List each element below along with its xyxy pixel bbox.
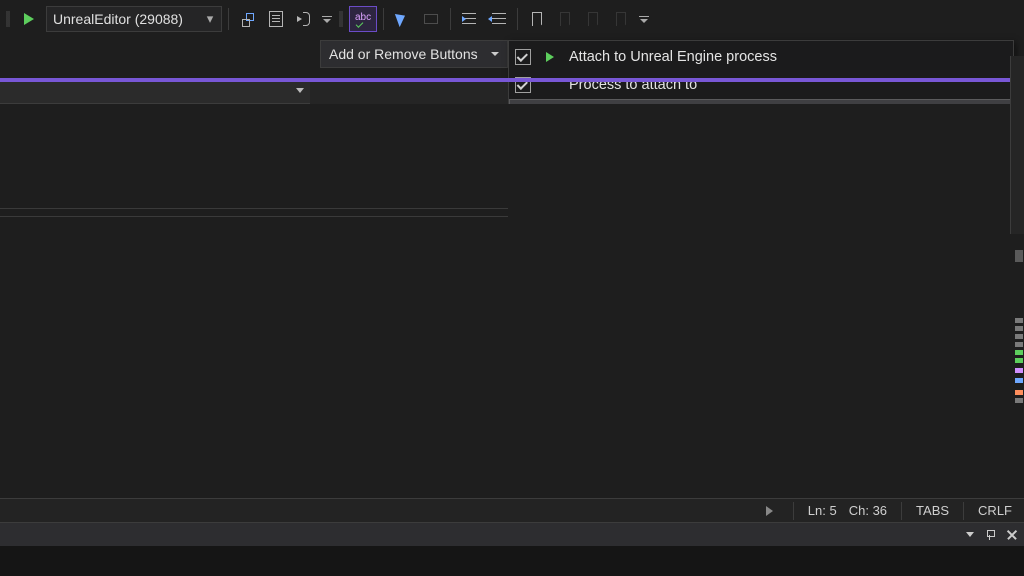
- window-options-icon[interactable]: [966, 532, 974, 537]
- drag-handle-icon: [337, 7, 345, 31]
- breadcrumb-combo[interactable]: [0, 82, 310, 104]
- abc-spellcheck-button[interactable]: abc: [349, 6, 377, 32]
- log-icon: [269, 11, 283, 27]
- separator: [228, 8, 229, 30]
- add-remove-label: Add or Remove Buttons: [329, 46, 478, 62]
- main-toolbar: UnrealEditor (29088) ▾ abc: [0, 4, 1024, 34]
- bookmark-clear-icon: [616, 12, 626, 26]
- menu-item-label: Attach to Unreal Engine process: [569, 49, 1003, 65]
- menu-item-attach[interactable]: Attach to Unreal Engine process: [509, 43, 1013, 71]
- chevron-down-icon: [491, 52, 499, 56]
- play-icon: [24, 13, 34, 25]
- toolbar-overflow-1[interactable]: [319, 7, 335, 31]
- bookmark-prev-icon: [560, 12, 570, 26]
- separator: [450, 8, 451, 30]
- indent-icon: [462, 13, 478, 25]
- scrollbar-minimap[interactable]: [1012, 250, 1024, 498]
- bookmark-clear-button[interactable]: [608, 6, 634, 32]
- process-combo-label: UnrealEditor (29088): [53, 11, 205, 27]
- ch-value: 36: [873, 503, 887, 518]
- menu-item-process-to-attach[interactable]: Process to attach to: [509, 71, 1013, 99]
- bookmark-prev-button[interactable]: [552, 6, 578, 32]
- process-combo[interactable]: UnrealEditor (29088) ▾: [46, 6, 222, 32]
- ch-label: Ch:: [849, 503, 869, 518]
- editor-region-divider: [0, 216, 508, 217]
- play-icon: [541, 48, 559, 66]
- comment-button[interactable]: [418, 6, 444, 32]
- ue-log-button[interactable]: [263, 6, 289, 32]
- minimap-marker[interactable]: [1015, 334, 1023, 339]
- status-tabs[interactable]: TABS: [910, 503, 955, 518]
- status-ln[interactable]: Ln: 5: [802, 503, 843, 518]
- comment-icon: [424, 14, 438, 24]
- status-ch[interactable]: Ch: 36: [843, 503, 893, 518]
- add-remove-buttons-item[interactable]: Add or Remove Buttons: [320, 40, 508, 68]
- bookmark-toggle-button[interactable]: [524, 6, 550, 32]
- cursor-button[interactable]: [390, 6, 416, 32]
- checkbox[interactable]: [515, 49, 531, 65]
- separator: [383, 8, 384, 30]
- right-panel-sliver: [1010, 56, 1024, 234]
- configure-button[interactable]: [291, 6, 317, 32]
- minimap-marker[interactable]: [1015, 318, 1023, 323]
- minimap-marker[interactable]: [1015, 398, 1023, 403]
- minimap-marker[interactable]: [1015, 326, 1023, 331]
- minimap-marker[interactable]: [1015, 390, 1023, 395]
- blueprint-icon: [240, 11, 256, 27]
- ln-label: Ln:: [808, 503, 826, 518]
- minimap-marker[interactable]: [1015, 358, 1023, 363]
- editor-region-divider: [0, 208, 508, 209]
- ln-value: 5: [829, 503, 836, 518]
- outdent-icon: [490, 13, 506, 25]
- configure-icon: [297, 12, 311, 26]
- pin-icon[interactable]: [984, 529, 996, 541]
- outdent-button[interactable]: [485, 6, 511, 32]
- status-line-endings[interactable]: CRLF: [972, 503, 1018, 518]
- bookmark-icon: [532, 12, 542, 26]
- scrollbar-thumb[interactable]: [1015, 250, 1023, 262]
- bookmark-next-icon: [588, 12, 598, 26]
- close-icon[interactable]: [1006, 529, 1018, 541]
- breadcrumb-spacer: [310, 82, 508, 104]
- rescan-bp-button[interactable]: [235, 6, 261, 32]
- tool-window-header: [0, 522, 1024, 546]
- drag-handle-icon: [4, 7, 12, 31]
- cursor-icon: [397, 12, 409, 26]
- minimap-marker[interactable]: [1015, 350, 1023, 355]
- minimap-marker[interactable]: [1015, 378, 1023, 383]
- minimap-marker[interactable]: [1015, 368, 1023, 373]
- play-status-icon[interactable]: [766, 506, 773, 516]
- status-bar: Ln: 5 Ch: 36 TABS CRLF: [0, 498, 1024, 522]
- abc-icon: abc: [353, 11, 373, 24]
- chevron-down-icon: ▾: [205, 11, 215, 27]
- separator: [517, 8, 518, 30]
- minimap-marker[interactable]: [1015, 342, 1023, 347]
- footer-area: [0, 546, 1024, 576]
- toolbar-overflow-2[interactable]: [636, 7, 652, 31]
- bookmark-next-button[interactable]: [580, 6, 606, 32]
- chevron-down-icon: [296, 88, 304, 93]
- start-debug-button[interactable]: [16, 6, 42, 32]
- indent-button[interactable]: [457, 6, 483, 32]
